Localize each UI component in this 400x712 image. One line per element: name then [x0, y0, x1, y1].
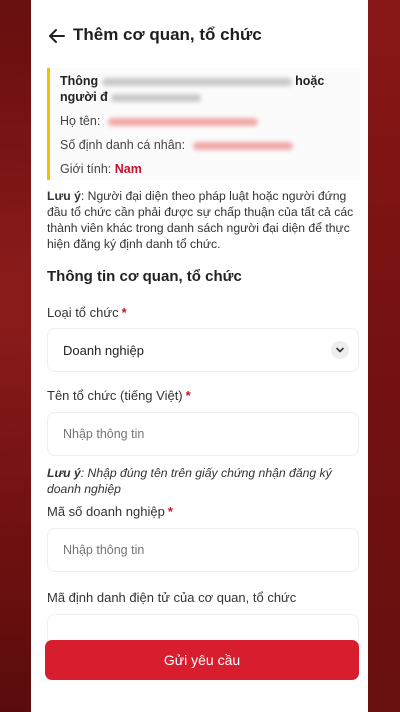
org-type-value: Doanh nghiệp: [63, 342, 144, 358]
app-header: Thêm cơ quan, tổ chức: [31, 0, 368, 68]
section-title: Thông tin cơ quan, tổ chức: [47, 268, 242, 285]
gender-value: Nam: [114, 162, 142, 176]
background-right: [368, 0, 400, 712]
submit-button[interactable]: Gửi yêu cầu: [45, 640, 359, 680]
form-content: Thông hoặc người đ Họ tên: Số định danh …: [31, 68, 368, 712]
tax-code-label: Mã số doanh nghiệp *: [47, 504, 173, 519]
info-name-row: Họ tên:: [60, 114, 258, 128]
representative-info-box: Thông hoặc người đ Họ tên: Số định danh …: [47, 68, 360, 180]
org-name-label: Tên tổ chức (tiếng Việt) *: [47, 388, 191, 403]
chevron-down-icon: [331, 341, 349, 359]
note-org-name: Lưu ý: Nhập đúng tên trên giấy chứng nhậ…: [47, 466, 332, 496]
app-screen: Thêm cơ quan, tổ chức Thông hoặc người đ…: [31, 0, 368, 712]
blurred-id: [192, 141, 293, 150]
blurred-text: [101, 77, 292, 86]
info-gender-row: Giới tính: Nam: [60, 162, 142, 176]
info-heading: Thông hoặc: [60, 74, 325, 88]
e-id-label: Mã định danh điện tử của cơ quan, tổ chứ…: [47, 590, 297, 605]
background-left: [0, 0, 31, 712]
org-type-label: Loại tổ chức *: [47, 305, 127, 320]
blurred-text: [111, 93, 202, 102]
tax-code-input[interactable]: [47, 528, 359, 572]
info-id-row: Số định danh cá nhân:: [60, 138, 293, 152]
info-heading-line2: người đ: [60, 90, 202, 104]
note-representative: Lưu ý: Người đại diện theo pháp luật hoặ…: [47, 189, 354, 251]
blurred-name: [107, 117, 258, 126]
back-arrow-icon[interactable]: [47, 26, 67, 46]
page-title: Thêm cơ quan, tổ chức: [73, 25, 262, 44]
org-name-input[interactable]: [47, 412, 359, 456]
org-type-select[interactable]: Doanh nghiệp: [47, 328, 359, 372]
